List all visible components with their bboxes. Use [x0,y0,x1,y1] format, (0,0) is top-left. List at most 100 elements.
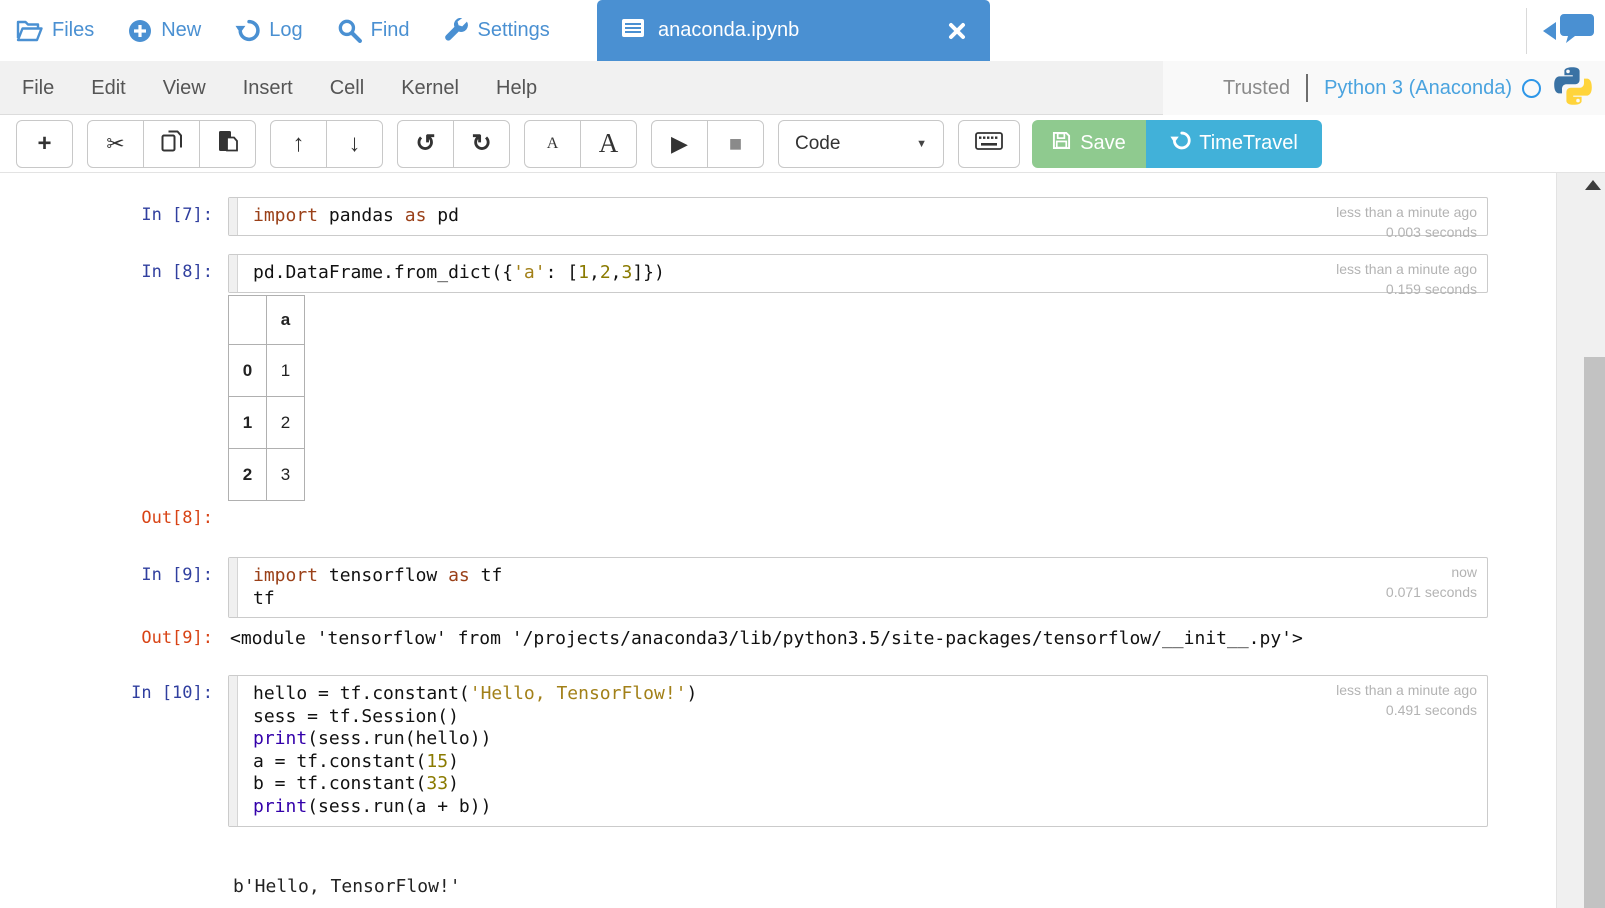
cocalc-jupyter-window: Files New Log Find [0,0,1605,908]
code-input-9[interactable]: import tensorflow as tf tf now0.071 seco… [228,557,1488,618]
code-line: print(sess.run(a + b)) [253,796,1479,819]
code-line: pd.DataFrame.from_dict({'a': [1,2,3]}) [253,262,1479,285]
table-row: 0 1 [229,345,305,397]
top-tab-bar: Files New Log Find [0,0,1605,61]
paste-icon [217,129,239,158]
trusted-badge: Trusted [1223,77,1290,100]
kernel-name[interactable]: Python 3 (Anaconda) [1324,77,1512,100]
scrollbar-thumb[interactable] [1584,357,1605,908]
collapse-chat-caret-icon[interactable] [1543,22,1556,40]
menu-edit[interactable]: Edit [91,77,125,100]
plus-icon: + [37,132,51,156]
table-row: 2 3 [229,449,305,501]
menu-cell[interactable]: Cell [330,77,364,100]
code-line: a = tf.constant(15) [253,751,1479,774]
copy-cell-button[interactable] [143,120,200,168]
timetravel-button[interactable]: TimeTravel [1146,120,1322,168]
scissors-icon: ✂ [106,133,124,155]
notebook-toolbar: + ✂ ↑ ↓ ↺ ↻ A A ▶ ■ Code ▼ [0,115,1605,173]
find-button[interactable]: Find [337,18,410,43]
add-cell-button[interactable]: + [16,120,73,168]
history-icon [235,18,260,43]
cell-gutter [229,558,238,617]
python-logo-icon [1551,64,1595,113]
row-index: 2 [229,449,267,501]
cell-gutter [229,198,238,235]
row-index: 0 [229,345,267,397]
paste-cell-button[interactable] [199,120,256,168]
keyboard-shortcuts-button[interactable] [958,120,1020,168]
column-header: a [267,296,305,345]
code-line: b = tf.constant(33) [253,773,1479,796]
code-line: print(sess.run(hello)) [253,728,1479,751]
move-cell-down-button[interactable]: ↓ [326,120,383,168]
folder-open-icon [16,19,43,42]
menu-help[interactable]: Help [496,77,537,100]
menu-view[interactable]: View [163,77,206,100]
corner-cell [229,296,267,345]
menu-kernel[interactable]: Kernel [401,77,459,100]
cell-gutter [229,676,238,826]
table-row: 1 2 [229,397,305,449]
code-cell-7: In [7]: import pandas as pd less than a … [0,197,1488,236]
cut-cell-button[interactable]: ✂ [87,120,144,168]
code-input-8[interactable]: pd.DataFrame.from_dict({'a': [1,2,3]}) l… [228,254,1488,293]
decrease-font-button[interactable]: A [524,120,581,168]
input-prompt-9: In [9]: [0,565,213,585]
save-button[interactable]: Save [1032,120,1146,168]
log-button[interactable]: Log [235,18,302,43]
cell-type-select[interactable]: Code ▼ [778,120,944,168]
floppy-icon [1052,131,1071,156]
input-prompt-7: In [7]: [0,205,213,225]
files-label: Files [52,19,94,42]
notebook-icon [621,18,645,44]
cell-value: 1 [267,345,305,397]
chat-bubble-icon[interactable] [1559,12,1595,49]
output-prompt-8: Out[8]: [0,508,213,528]
scrollbar-track[interactable] [1556,173,1605,908]
code-cell-9: In [9]: import tensorflow as tf tf now0.… [0,557,1488,618]
stop-button[interactable]: ■ [707,120,764,168]
settings-button[interactable]: Settings [444,18,550,43]
code-line: tf [253,588,1479,611]
undo-button[interactable]: ↺ [397,120,454,168]
keyboard-icon [975,132,1003,155]
new-button[interactable]: New [128,19,201,43]
tab-anaconda-ipynb[interactable]: anaconda.ipynb [597,0,990,61]
scroll-up-arrow-icon[interactable] [1585,180,1601,190]
move-cell-up-button[interactable]: ↑ [270,120,327,168]
redo-button[interactable]: ↻ [453,120,510,168]
stream-output-10: b'Hello, TensorFlow!' 48 [233,831,461,908]
menu-file[interactable]: File [22,77,54,100]
code-line: import tensorflow as tf [253,565,1479,588]
output-prompt-9: Out[9]: [0,628,213,648]
tab-title: anaconda.ipynb [658,19,799,42]
code-input-7[interactable]: import pandas as pd less than a minute a… [228,197,1488,236]
play-icon: ▶ [671,133,688,155]
dataframe-table: a 0 1 1 2 2 3 [228,295,305,501]
arrow-up-icon: ↑ [293,132,305,156]
menu-insert[interactable]: Insert [243,77,293,100]
increase-font-button[interactable]: A [580,120,637,168]
input-prompt-10: In [10]: [0,683,213,703]
output-text-9: <module 'tensorflow' from '/projects/ana… [230,628,1488,649]
code-line: hello = tf.constant('Hello, TensorFlow!'… [253,683,1479,706]
notebook-area: In [7]: import pandas as pd less than a … [0,173,1605,908]
redo-icon: ↻ [471,132,491,156]
topbar-divider [1526,8,1527,54]
run-cell-button[interactable]: ▶ [651,120,708,168]
close-tab-icon[interactable] [948,22,966,40]
output-row-9: Out[9]: <module 'tensorflow' from '/proj… [0,628,1488,649]
files-button[interactable]: Files [16,19,94,42]
cell-gutter [229,255,238,292]
new-label: New [161,19,201,42]
code-cell-10: In [10]: hello = tf.constant('Hello, Ten… [0,675,1488,827]
large-a-icon: A [599,128,619,159]
code-input-10[interactable]: hello = tf.constant('Hello, TensorFlow!'… [228,675,1488,827]
settings-label: Settings [478,19,550,42]
code-line: import pandas as pd [253,205,1479,228]
undo-icon: ↺ [415,132,435,156]
code-cell-8: In [8]: pd.DataFrame.from_dict({'a': [1,… [0,254,1488,293]
input-prompt-8: In [8]: [0,262,213,282]
find-label: Find [371,19,410,42]
